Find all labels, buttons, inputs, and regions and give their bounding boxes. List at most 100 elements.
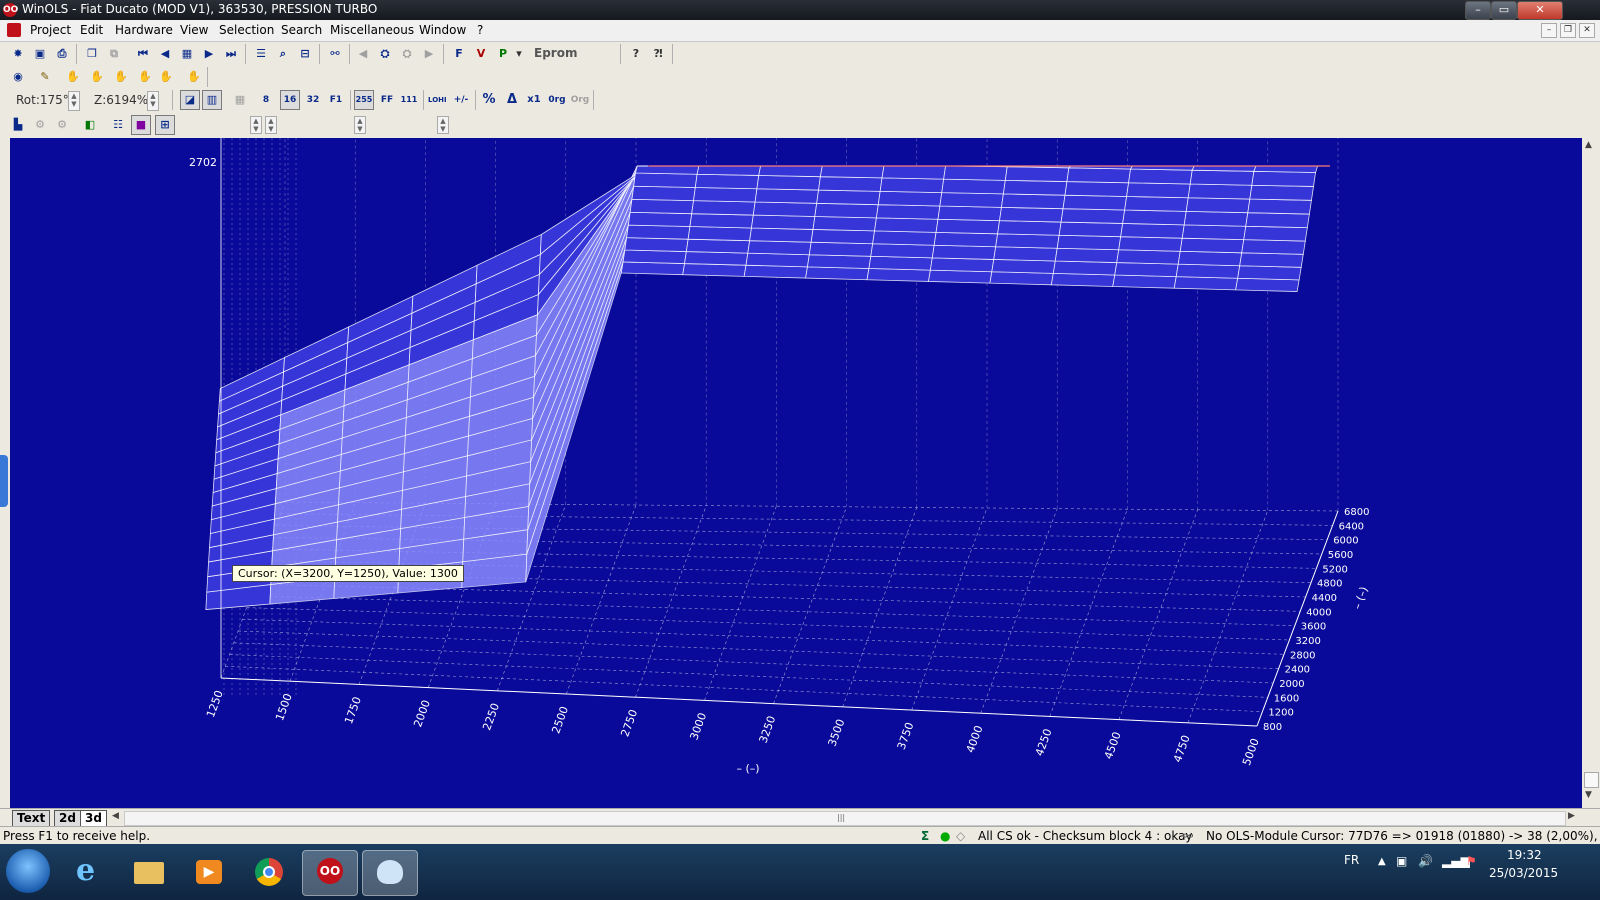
scroll-thumb[interactable]	[1584, 772, 1599, 788]
ols-upload-icon[interactable]: ⛭	[375, 44, 395, 64]
hand-plus-icon[interactable]: ✋	[87, 67, 107, 87]
compare-icon[interactable]: ⧉	[104, 44, 124, 64]
hex-button[interactable]: FF	[377, 90, 397, 110]
bits-32-button[interactable]: 32	[303, 90, 323, 110]
language-indicator[interactable]: FR	[1344, 853, 1359, 867]
chevron-down-icon[interactable]: ▾	[513, 44, 525, 64]
tab-2d[interactable]: 2d	[54, 810, 81, 827]
horizontal-scrollbar[interactable]: |||	[124, 811, 1566, 826]
percent-button[interactable]: %	[479, 90, 499, 110]
original-button[interactable]: 0rg	[546, 90, 568, 110]
tray-device-icon[interactable]: ▣	[1396, 854, 1407, 868]
volume-icon[interactable]: 🔊	[1418, 854, 1433, 868]
winols-taskbar-icon[interactable]: OO	[302, 850, 358, 896]
help-icon[interactable]: ?	[626, 44, 646, 64]
scroll-right-icon[interactable]: ▶	[1568, 811, 1575, 821]
zoom-spinner[interactable]: ▲ ▼	[147, 91, 159, 111]
menu-hardware[interactable]: Hardware	[115, 23, 173, 37]
rotation-spinner[interactable]: ▲ ▼	[68, 91, 80, 111]
open-project-icon[interactable]: ▣	[30, 44, 50, 64]
view-table-icon[interactable]: ▦	[230, 90, 250, 110]
forward-icon[interactable]: ▶	[419, 44, 439, 64]
find-icon[interactable]: ⌕	[273, 44, 293, 64]
sign-button[interactable]: +/-	[451, 90, 471, 110]
spinner-a[interactable]: ▲ ▼	[250, 116, 262, 134]
chrome-icon[interactable]	[242, 850, 296, 894]
clock-date[interactable]: 25/03/2015	[1489, 866, 1558, 880]
fill-icon[interactable]: ■	[131, 115, 151, 135]
scroll-left-icon[interactable]: ◀	[112, 811, 119, 821]
hand-icon[interactable]: ✋	[63, 67, 83, 87]
minimize-button[interactable]: –	[1465, 1, 1491, 20]
eprom-label[interactable]: Eprom	[534, 46, 577, 60]
media-player-icon[interactable]: ▶	[182, 850, 236, 894]
spinner-d[interactable]: ▲ ▼	[437, 116, 449, 134]
v-icon[interactable]: V	[471, 44, 491, 64]
hand-x-icon[interactable]: ✋	[135, 67, 155, 87]
float-button[interactable]: F1	[326, 90, 346, 110]
factor-button[interactable]: x1	[524, 90, 544, 110]
print-icon[interactable]: ⎙	[52, 44, 72, 64]
tree-icon[interactable]: ☰	[251, 44, 271, 64]
explorer-icon[interactable]	[122, 850, 176, 894]
settings-icon[interactable]: ⚙	[30, 115, 50, 135]
decimal-button[interactable]: 255	[354, 90, 374, 110]
eye-icon[interactable]: ◉	[8, 67, 28, 87]
side-panel-toggle[interactable]	[0, 455, 8, 507]
tray-expand-icon[interactable]: ▲	[1378, 856, 1386, 867]
bits-8-button[interactable]: 8	[256, 90, 276, 110]
lohi-button[interactable]: LOHI	[427, 90, 447, 110]
cursor-icon[interactable]: ⊞	[155, 115, 175, 135]
menu-selection[interactable]: Selection	[219, 23, 274, 37]
spinner-b[interactable]: ▲ ▼	[265, 116, 277, 134]
close-button[interactable]: ✕	[1517, 1, 1563, 20]
scroll-grip-icon[interactable]: |||	[837, 813, 845, 822]
vertical-scrollbar[interactable]: ▲ ▼	[1582, 138, 1600, 808]
links-icon[interactable]: ⚯	[325, 44, 345, 64]
maximize-button[interactable]: ▭	[1491, 1, 1517, 20]
menu-search[interactable]: Search	[281, 23, 322, 37]
tag-icon[interactable]: ⊟	[295, 44, 315, 64]
binary-button[interactable]: 111	[399, 90, 419, 110]
map-list-icon[interactable]: ▦	[177, 44, 197, 64]
menu-project[interactable]: Project	[30, 23, 71, 37]
winols-app-icon[interactable]: OO	[3, 3, 18, 17]
start-button[interactable]	[6, 849, 50, 893]
wrench-icon[interactable]: ✎	[35, 67, 55, 87]
mdi-close-button[interactable]: ✕	[1579, 23, 1595, 38]
prev-map-icon[interactable]: ◀	[155, 44, 175, 64]
settings-alt-icon[interactable]: ⚙	[52, 115, 72, 135]
grab-icon[interactable]: ✋	[184, 67, 204, 87]
spinner-c[interactable]: ▲ ▼	[354, 116, 366, 134]
first-map-icon[interactable]: ⏮	[133, 44, 153, 64]
p-icon[interactable]: P	[493, 44, 513, 64]
tab-3d[interactable]: 3d	[80, 810, 107, 827]
surface-plot-svg[interactable]: 2702 1250 1500 1750 2000 2250 2500 2750 3000 325…	[10, 138, 1582, 808]
chart-icon[interactable]: ▙	[8, 115, 28, 135]
surface-plot[interactable]: 2702 1250 1500 1750 2000 2250 2500 2750 3000 325…	[10, 138, 1582, 808]
menu-view[interactable]: View	[180, 23, 208, 37]
scroll-down-icon[interactable]: ▼	[1585, 790, 1592, 800]
network-alert-icon[interactable]: ⚑	[1466, 854, 1477, 868]
clock-time[interactable]: 19:32	[1507, 848, 1542, 862]
paint-icon[interactable]	[362, 850, 418, 896]
view-3d-icon[interactable]: ◪	[180, 90, 200, 110]
context-help-icon[interactable]: ⁈	[648, 44, 668, 64]
new-project-icon[interactable]: ✸	[8, 44, 28, 64]
menu-edit[interactable]: Edit	[80, 23, 103, 37]
bits-16-button[interactable]: 16	[280, 90, 300, 110]
last-map-icon[interactable]: ⏭	[221, 44, 241, 64]
document-icon[interactable]	[7, 23, 21, 37]
ie-icon[interactable]: e	[62, 850, 116, 894]
next-map-icon[interactable]: ▶	[199, 44, 219, 64]
menu-miscellaneous[interactable]: Miscellaneous	[330, 23, 414, 37]
ols-download-icon[interactable]: ⛭	[397, 44, 417, 64]
f-icon[interactable]: F	[449, 44, 469, 64]
align-icon[interactable]: ☷	[108, 115, 128, 135]
scroll-up-icon[interactable]: ▲	[1585, 140, 1592, 150]
delta-button[interactable]: Δ	[502, 90, 522, 110]
menu-help[interactable]: ?	[477, 23, 483, 37]
tab-text[interactable]: Text	[12, 810, 51, 827]
mdi-minimize-button[interactable]: –	[1541, 23, 1557, 38]
original-diff-button[interactable]: Org	[569, 90, 591, 110]
